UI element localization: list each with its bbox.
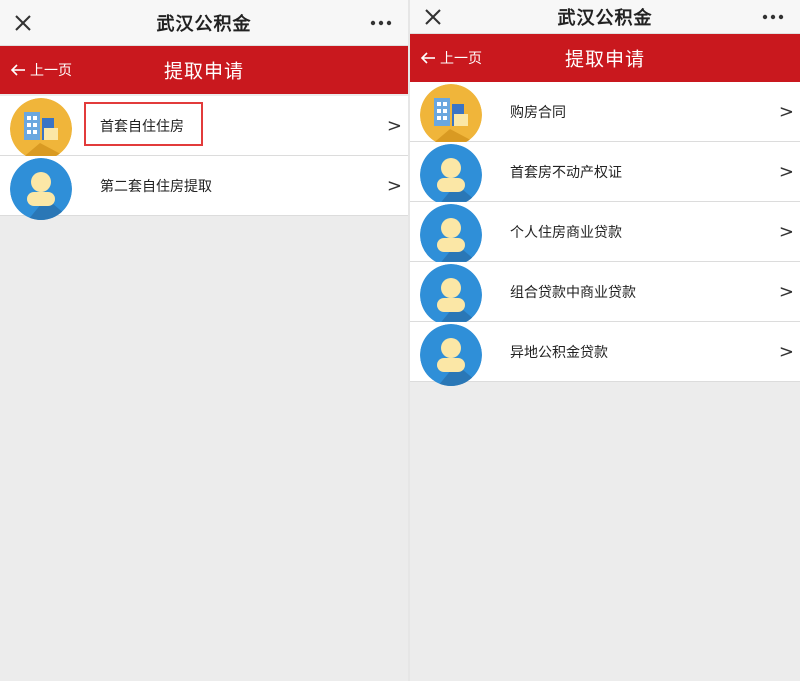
nav-bar: 上一页 提取申请 [410, 34, 800, 82]
item-label: 首套自住住房 [100, 118, 184, 135]
list-item[interactable]: 第二套自住房提取 > [0, 156, 408, 220]
withdraw-list: 首套自住住房 > 第二套自住房提取 > [0, 96, 408, 220]
person-icon [420, 204, 482, 266]
chevron-right-icon: > [778, 101, 794, 122]
page-title: 提取申请 [163, 60, 244, 83]
person-icon [420, 324, 482, 386]
document-list: 购房合同 > 首套房不动产权证 > 个人住房商业贷款 > 组合贷款中商业贷款 >… [410, 82, 800, 386]
item-label: 异地公积金贷款 [510, 344, 608, 361]
left-screen: 武汉公积金 上一页 提取申请 首套自住住房 > 第二套自住房提取 > [0, 0, 408, 681]
building-icon [10, 98, 72, 160]
person-icon [420, 144, 482, 206]
person-icon [420, 264, 482, 326]
person-icon [10, 158, 72, 220]
page-title: 提取申请 [564, 48, 645, 71]
list-item[interactable]: 购房合同 > [410, 82, 800, 146]
more-icon[interactable] [370, 20, 392, 26]
list-item[interactable]: 个人住房商业贷款 > [410, 202, 800, 266]
item-label: 首套房不动产权证 [510, 164, 622, 181]
list-item[interactable]: 异地公积金贷款 > [410, 322, 800, 386]
chevron-right-icon: > [778, 221, 794, 242]
right-screen: 武汉公积金 上一页 提取申请 购房合同 > 首套房不动产权证 > 个人住房商业贷… [410, 0, 800, 681]
chevron-right-icon: > [778, 341, 794, 362]
more-icon[interactable] [762, 14, 784, 20]
list-item[interactable]: 组合贷款中商业贷款 > [410, 262, 800, 326]
item-label: 组合贷款中商业贷款 [510, 284, 636, 301]
chevron-right-icon: > [778, 281, 794, 302]
app-top-bar: 武汉公积金 [410, 0, 800, 34]
app-top-bar: 武汉公积金 [0, 0, 408, 46]
list-item[interactable]: 首套自住住房 > [0, 96, 408, 160]
item-label: 第二套自住房提取 [100, 178, 212, 195]
nav-bar: 上一页 提取申请 [0, 46, 408, 94]
item-label: 个人住房商业贷款 [510, 224, 622, 241]
building-icon [420, 84, 482, 146]
chevron-right-icon: > [386, 175, 402, 196]
list-item[interactable]: 首套房不动产权证 > [410, 142, 800, 206]
app-title: 武汉公积金 [557, 7, 653, 29]
app-title: 武汉公积金 [156, 13, 252, 35]
item-label: 购房合同 [510, 104, 566, 121]
chevron-right-icon: > [778, 161, 794, 182]
chevron-right-icon: > [386, 115, 402, 136]
